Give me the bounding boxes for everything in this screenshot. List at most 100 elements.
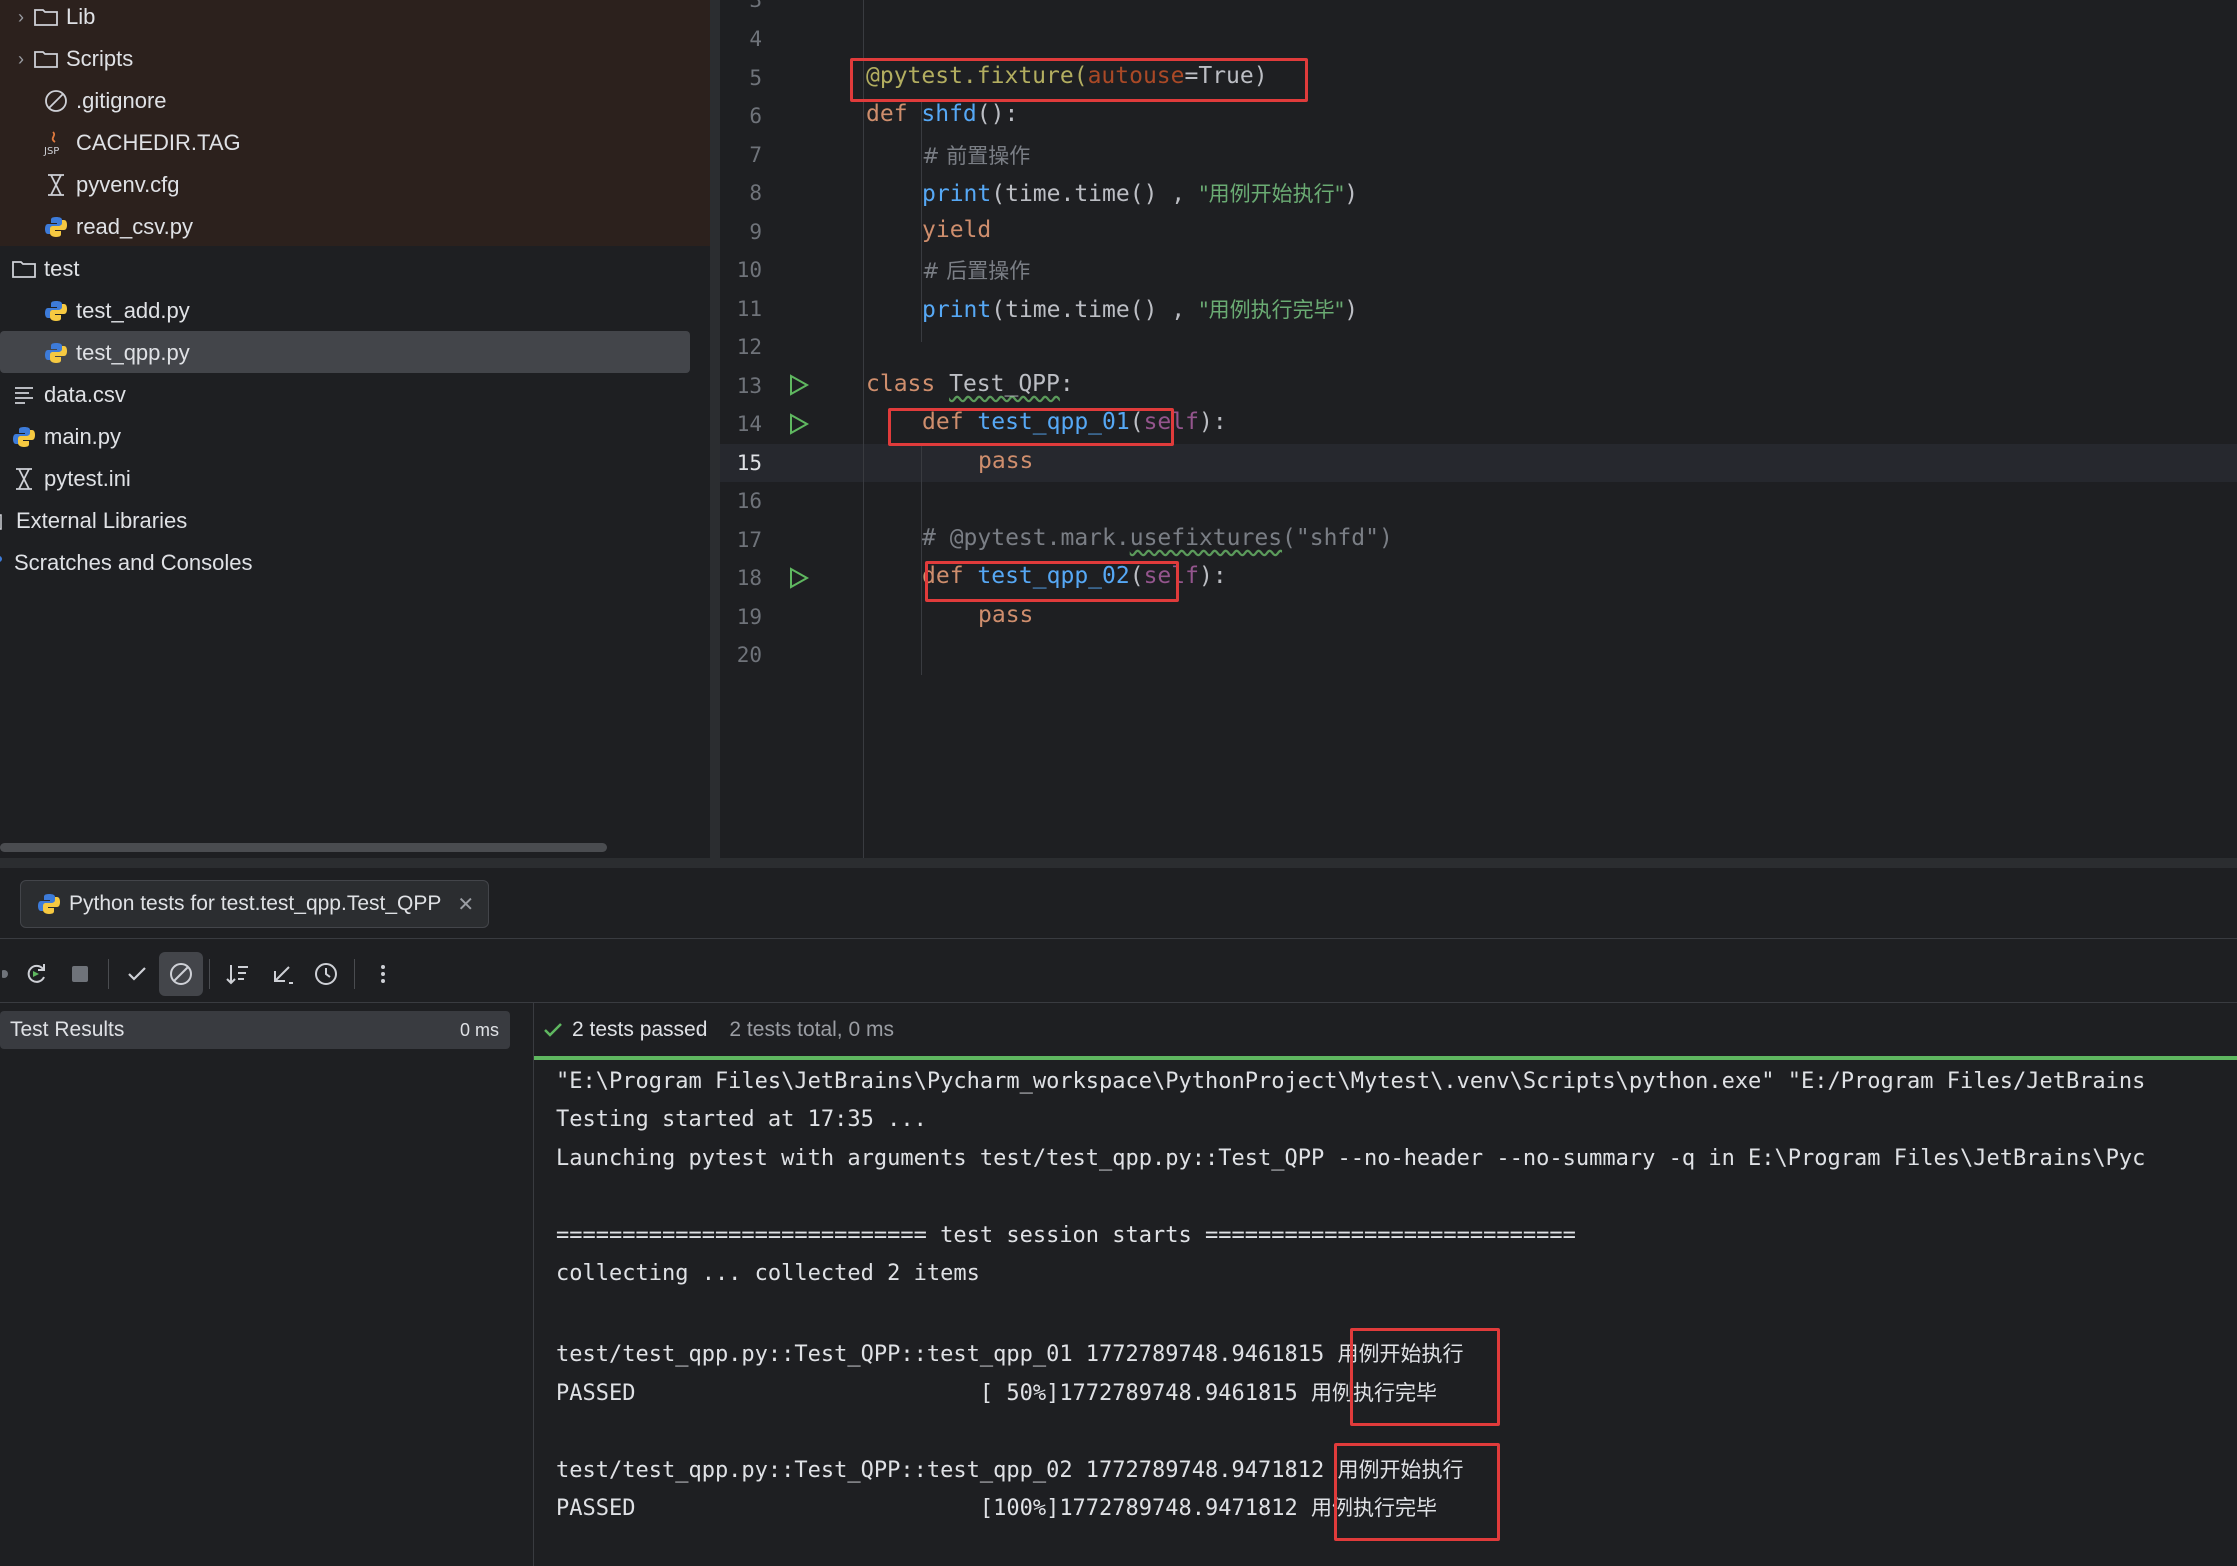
tree-item-main[interactable]: main.py bbox=[10, 416, 121, 458]
sort-icon[interactable] bbox=[216, 952, 260, 996]
rerun-failed-icon[interactable] bbox=[0, 952, 14, 996]
svg-text:JSP: JSP bbox=[43, 146, 59, 156]
config-file-icon bbox=[10, 465, 38, 493]
console-line: test/test_qpp.py::Test_QPP::test_qpp_02 … bbox=[556, 1458, 1464, 1483]
run-config-tab[interactable]: Python tests for test.test_qpp.Test_QPP … bbox=[20, 880, 490, 928]
code-line-6: def shfd(): bbox=[866, 101, 1019, 127]
code-line-18: def test_qpp_02(self): bbox=[922, 563, 1227, 589]
tree-item-label: CACHEDIR.TAG bbox=[76, 130, 241, 155]
line-number: 7 bbox=[749, 143, 762, 167]
config-file-icon bbox=[42, 171, 70, 199]
tree-item-test-qpp[interactable]: test_qpp.py bbox=[42, 332, 190, 374]
console-line: PASSED [ 50%]1772789748.9461815 用例执行完毕 bbox=[556, 1381, 1437, 1406]
test-console[interactable]: 2 tests passed 2 tests total, 0 ms "E:\P… bbox=[534, 1003, 2237, 1566]
line-number: 6 bbox=[749, 104, 762, 128]
tree-item-lib[interactable]: › Lib bbox=[10, 0, 95, 38]
code-line-7: # 前置操作 bbox=[922, 144, 1031, 168]
stop-icon[interactable] bbox=[58, 952, 102, 996]
toolbar-separator bbox=[354, 959, 355, 989]
line-number: 13 bbox=[736, 374, 762, 398]
gutter-divider bbox=[863, 0, 864, 858]
rerun-icon[interactable] bbox=[14, 952, 58, 996]
close-icon[interactable]: ✕ bbox=[457, 892, 474, 917]
run-tool-window: Python tests for test.test_qpp.Test_QPP … bbox=[0, 868, 2237, 1566]
code-line-11: print(time.time() , "用例执行完毕") bbox=[922, 297, 1359, 323]
code-line-15: pass bbox=[978, 448, 1034, 474]
code-line-5: @pytest.fixture(autouse=True) bbox=[866, 63, 1268, 89]
tree-item-cachedir[interactable]: JSP CACHEDIR.TAG bbox=[42, 122, 241, 164]
scratches-icon bbox=[0, 549, 8, 577]
more-options-icon[interactable] bbox=[361, 952, 405, 996]
console-line: collecting ... collected 2 items bbox=[556, 1261, 980, 1286]
tree-item-label: Scratches and Consoles bbox=[14, 550, 253, 575]
jsp-file-icon: JSP bbox=[42, 129, 70, 157]
text-file-icon bbox=[10, 381, 38, 409]
test-progress-bar bbox=[534, 1056, 2237, 1060]
python-file-icon bbox=[10, 423, 38, 451]
run-tab-label: Python tests for test.test_qpp.Test_QPP bbox=[69, 892, 442, 915]
check-icon bbox=[544, 1023, 562, 1037]
tool-window-divider[interactable] bbox=[0, 858, 2237, 868]
console-line: "E:\Program Files\JetBrains\Pycharm_work… bbox=[556, 1069, 2146, 1094]
tree-item-test-folder[interactable]: test bbox=[10, 248, 79, 290]
python-file-icon bbox=[42, 213, 70, 241]
tree-item-scripts[interactable]: › Scripts bbox=[10, 38, 133, 80]
line-number-current: 15 bbox=[736, 451, 762, 475]
test-results-tree: Test Results 0 ms bbox=[0, 1003, 533, 1566]
tree-item-label: test_qpp.py bbox=[76, 340, 190, 365]
tree-item-pyvenv[interactable]: pyvenv.cfg bbox=[42, 164, 180, 206]
line-number: 4 bbox=[749, 27, 762, 51]
line-number: 3 bbox=[749, 0, 762, 12]
tree-item-label: .gitignore bbox=[76, 88, 167, 113]
run-icon[interactable] bbox=[786, 373, 810, 397]
line-number: 9 bbox=[749, 220, 762, 244]
run-icon[interactable] bbox=[786, 566, 810, 590]
history-icon[interactable] bbox=[304, 952, 348, 996]
folder-icon bbox=[32, 3, 60, 31]
line-number: 19 bbox=[736, 605, 762, 629]
console-line: Testing started at 17:35 ... bbox=[556, 1107, 927, 1132]
tree-item-scratches[interactable]: Scratches and Consoles bbox=[0, 542, 252, 584]
tree-item-external-libraries[interactable]: External Libraries bbox=[0, 500, 187, 542]
tree-item-label: External Libraries bbox=[16, 508, 188, 533]
project-tool-window: › Lib › Scripts .gitignore JSP CACHEDIR.… bbox=[0, 0, 710, 855]
line-number: 20 bbox=[736, 643, 762, 667]
console-line: ============================ test sessio… bbox=[556, 1223, 1576, 1248]
tree-item-label: data.csv bbox=[44, 382, 126, 407]
tree-item-pytest-ini[interactable]: pytest.ini bbox=[10, 458, 131, 500]
line-number: 17 bbox=[736, 528, 762, 552]
python-file-icon bbox=[42, 339, 70, 367]
run-icon[interactable] bbox=[786, 412, 810, 436]
code-editor[interactable]: 3 4 5 6 7 8 9 10 11 12 13 14 15 16 17 18… bbox=[720, 0, 2237, 858]
show-passed-icon[interactable] bbox=[115, 952, 159, 996]
chevron-right-icon[interactable]: › bbox=[10, 7, 32, 28]
current-line-highlight bbox=[720, 444, 2237, 482]
tree-item-label: test_add.py bbox=[76, 298, 190, 323]
line-number: 14 bbox=[736, 412, 762, 436]
console-line: test/test_qpp.py::Test_QPP::test_qpp_01 … bbox=[556, 1342, 1464, 1367]
tests-passed-label: 2 tests passed bbox=[572, 1018, 708, 1041]
tests-total-label: 2 tests total, 0 ms bbox=[729, 1018, 894, 1041]
tree-item-label: read_csv.py bbox=[76, 214, 193, 239]
line-number: 8 bbox=[749, 181, 762, 205]
chevron-right-icon[interactable]: › bbox=[10, 49, 32, 70]
tree-item-data-csv[interactable]: data.csv bbox=[10, 374, 126, 416]
tree-item-read-csv[interactable]: read_csv.py bbox=[42, 206, 193, 248]
gitignore-icon bbox=[42, 87, 70, 115]
show-ignored-icon[interactable] bbox=[159, 952, 203, 996]
tree-item-gitignore[interactable]: .gitignore bbox=[42, 80, 167, 122]
panel-divider[interactable] bbox=[710, 0, 720, 858]
line-number: 11 bbox=[736, 297, 762, 321]
line-number: 12 bbox=[736, 335, 762, 359]
toolbar-separator bbox=[209, 959, 210, 989]
horizontal-scrollbar[interactable] bbox=[0, 843, 607, 852]
tree-item-label: Lib bbox=[66, 4, 96, 29]
tree-item-test-add[interactable]: test_add.py bbox=[42, 290, 190, 332]
indent-guide bbox=[921, 445, 922, 675]
library-icon bbox=[0, 507, 10, 535]
python-tests-icon bbox=[35, 890, 63, 918]
folder-icon bbox=[32, 45, 60, 73]
test-results-time: 0 ms bbox=[460, 1020, 500, 1040]
import-tests-icon[interactable] bbox=[260, 952, 304, 996]
console-line: PASSED [100%]1772789748.9471812 用例执行完毕 bbox=[556, 1496, 1437, 1521]
